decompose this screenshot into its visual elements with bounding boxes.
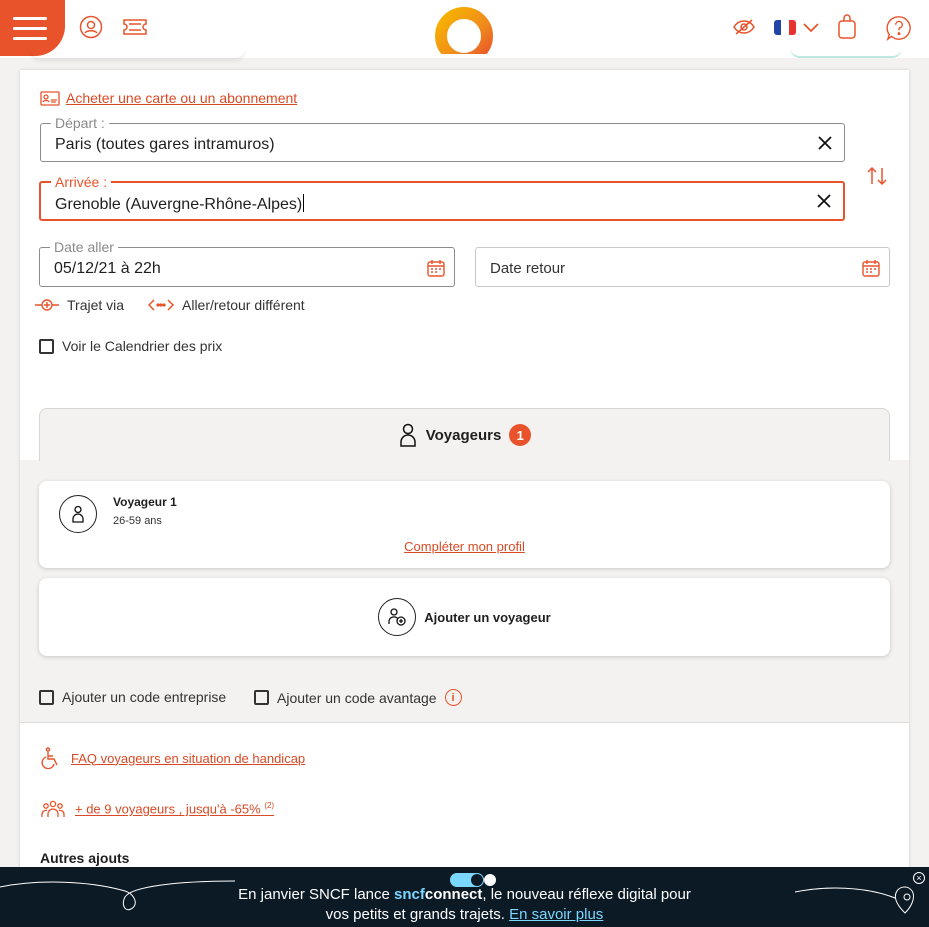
divider bbox=[20, 722, 909, 723]
group-travel-link[interactable]: + de 9 voyageurs , jusqu'à -65% (2) bbox=[41, 799, 274, 819]
group-icon bbox=[41, 800, 65, 817]
enterprise-code-checkbox[interactable] bbox=[39, 689, 54, 705]
clear-arrival-icon[interactable] bbox=[815, 192, 833, 210]
faq-handicap-label: FAQ voyageurs en situation de handicap bbox=[71, 750, 306, 766]
hamburger-icon-line bbox=[12, 26, 47, 30]
ticket-icon[interactable] bbox=[122, 14, 148, 40]
buy-card-link[interactable]: Acheter une carte ou un abonnement bbox=[40, 90, 297, 106]
tab-travellers[interactable]: Voyageurs 1 bbox=[39, 408, 890, 461]
date-return-field[interactable]: Date retour bbox=[475, 247, 890, 287]
sncf-connect-banner: En janvier SNCF lance sncfconnect, le no… bbox=[0, 867, 929, 927]
date-out-value[interactable]: 05/12/21 à 22h bbox=[54, 260, 161, 278]
arrival-value-wrap[interactable]: Grenoble (Auvergne-Rhône-Alpes) bbox=[55, 194, 305, 214]
price-calendar-checkbox[interactable] bbox=[39, 338, 54, 354]
eye-slash-icon[interactable] bbox=[731, 14, 757, 40]
enterprise-code-label: Ajouter un code entreprise bbox=[62, 689, 227, 705]
price-calendar-option[interactable]: Voir le Calendrier des prix bbox=[39, 338, 222, 354]
date-out-field[interactable]: Date aller 05/12/21 à 22h bbox=[39, 239, 455, 287]
advantage-code-label: Ajouter un code avantage bbox=[277, 689, 437, 706]
departure-field[interactable]: Départ : Paris (toutes gares intramuros) bbox=[40, 115, 845, 162]
top-bar bbox=[0, 0, 929, 58]
text-caret bbox=[303, 194, 305, 212]
traveller-name: Voyageur 1 bbox=[113, 495, 177, 509]
close-banner-icon[interactable]: × bbox=[913, 872, 925, 884]
advantage-code-option[interactable]: Ajouter un code avantage i bbox=[254, 689, 462, 706]
banner-brand-connect: connect bbox=[424, 886, 483, 903]
bag-icon[interactable] bbox=[834, 14, 860, 40]
arrival-label: Arrivée : bbox=[51, 174, 112, 190]
via-icon bbox=[35, 299, 59, 311]
card-icon bbox=[40, 90, 60, 106]
banner-text-line2: vos petits et grands trajets. bbox=[325, 906, 510, 923]
date-out-label: Date aller bbox=[50, 239, 118, 255]
info-icon[interactable]: i bbox=[444, 689, 462, 706]
sncf-logo[interactable] bbox=[434, 6, 494, 54]
date-return-placeholder[interactable]: Date retour bbox=[490, 260, 565, 277]
traveller-card[interactable]: Voyageur 1 26-59 ans Compléter mon profi… bbox=[39, 481, 890, 568]
search-form-card: Acheter une carte ou un abonnement Dépar… bbox=[20, 70, 909, 870]
banner-text: En janvier SNCF lance sncfconnect, le no… bbox=[0, 885, 929, 925]
via-option[interactable]: Trajet via bbox=[35, 297, 124, 313]
learn-more-link[interactable]: En savoir plus bbox=[509, 906, 603, 923]
user-icon[interactable] bbox=[78, 14, 104, 40]
group-travel-label: + de 9 voyageurs , jusqu'à -65% bbox=[75, 801, 261, 817]
buy-card-link-label: Acheter une carte ou un abonnement bbox=[66, 90, 298, 106]
different-return-label: Aller/retour différent bbox=[182, 297, 305, 313]
previous-tab-edge bbox=[30, 48, 245, 58]
banner-brand-sncf: sncf bbox=[394, 886, 425, 903]
group-travel-note: (2) bbox=[264, 801, 275, 811]
next-tab-edge bbox=[790, 48, 902, 58]
hamburger-icon-line bbox=[12, 36, 47, 40]
calendar-icon[interactable] bbox=[861, 258, 881, 278]
hamburger-icon-line bbox=[12, 16, 47, 20]
add-traveller-label: Ajouter un voyageur bbox=[424, 609, 551, 625]
person-icon bbox=[399, 423, 416, 447]
french-flag-icon[interactable] bbox=[774, 20, 796, 35]
add-traveller-content: Ajouter un voyageur bbox=[39, 578, 890, 656]
person-avatar-icon bbox=[59, 495, 97, 533]
faq-handicap-link[interactable]: FAQ voyageurs en situation de handicap bbox=[41, 747, 305, 769]
departure-value[interactable]: Paris (toutes gares intramuros) bbox=[55, 136, 275, 154]
price-calendar-label: Voir le Calendrier des prix bbox=[62, 338, 223, 354]
add-traveller-button[interactable]: Ajouter un voyageur bbox=[39, 578, 890, 656]
advantage-code-checkbox[interactable] bbox=[254, 690, 269, 705]
travellers-tab-label: Voyageurs bbox=[425, 426, 502, 444]
help-icon[interactable] bbox=[886, 15, 912, 41]
departure-label: Départ : bbox=[51, 115, 109, 131]
swap-stations-icon[interactable] bbox=[866, 166, 888, 191]
traveller-age: 26-59 ans bbox=[113, 515, 162, 527]
chevron-down-icon[interactable] bbox=[798, 15, 824, 41]
enterprise-code-option[interactable]: Ajouter un code entreprise bbox=[39, 689, 226, 705]
different-return-option[interactable]: Aller/retour différent bbox=[148, 297, 305, 313]
clear-departure-icon[interactable] bbox=[816, 134, 834, 152]
round-trip-icon bbox=[148, 299, 174, 311]
calendar-icon[interactable] bbox=[426, 258, 446, 278]
add-person-icon bbox=[378, 598, 417, 636]
arrival-value[interactable]: Grenoble (Auvergne-Rhône-Alpes) bbox=[55, 196, 302, 213]
wheelchair-icon bbox=[41, 747, 58, 769]
banner-text-start: En janvier SNCF lance bbox=[238, 886, 395, 903]
complete-profile-link[interactable]: Compléter mon profil bbox=[39, 539, 890, 554]
travellers-count-badge: 1 bbox=[509, 424, 532, 446]
banner-text-end: , le nouveau réflexe digital pour bbox=[482, 886, 691, 903]
other-additions-heading: Autres ajouts bbox=[40, 850, 130, 866]
arrival-field[interactable]: Arrivée : Grenoble (Auvergne-Rhône-Alpes… bbox=[39, 174, 845, 221]
via-label: Trajet via bbox=[67, 297, 125, 313]
